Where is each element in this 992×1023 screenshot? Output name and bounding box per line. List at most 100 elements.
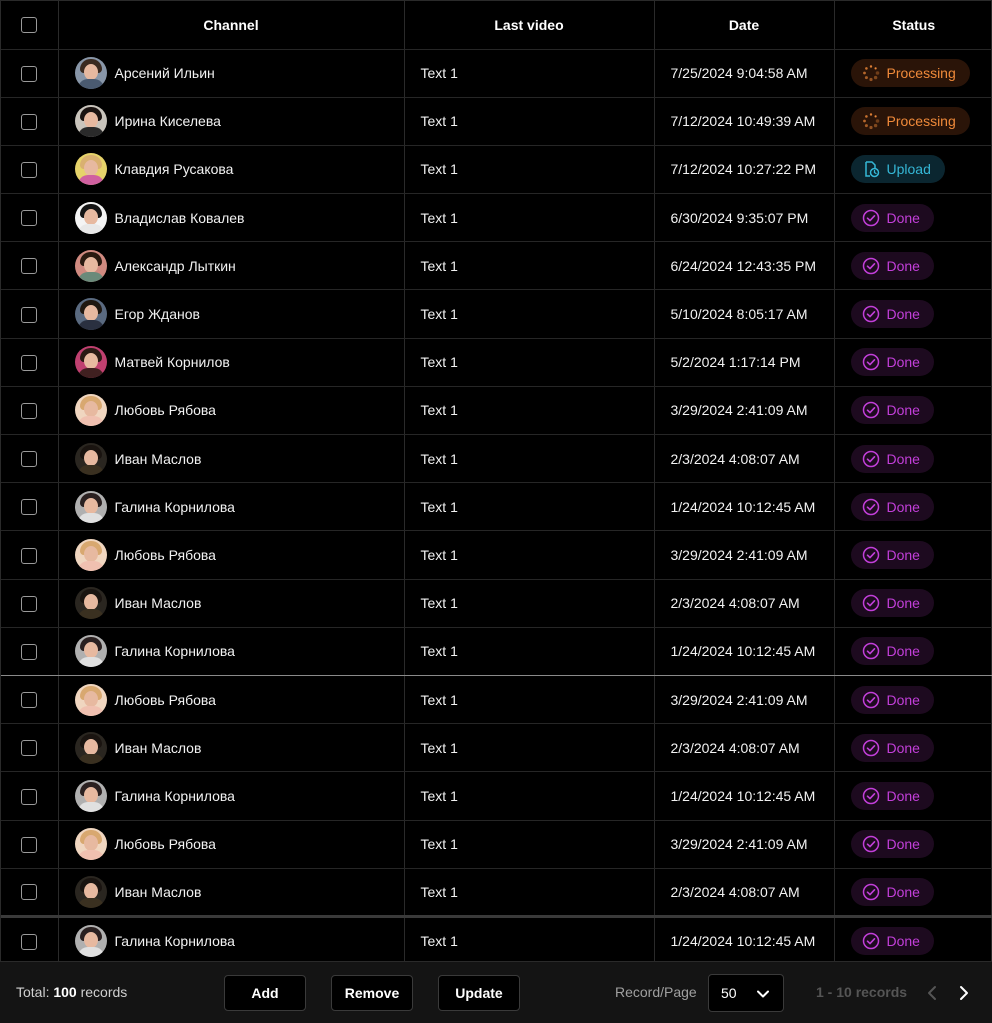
status-badge: Done xyxy=(850,396,934,425)
channel-name[interactable]: Владислав Ковалев xyxy=(115,210,245,226)
last-video-cell: Text 1 xyxy=(404,193,655,243)
row-checkbox[interactable] xyxy=(21,258,38,275)
status-badge: Done xyxy=(850,926,934,955)
status-badge: Done xyxy=(850,637,934,666)
table-row[interactable]: Ирина Киселева Text 1 7/12/2024 10:49:39… xyxy=(1,97,992,146)
page-size-select[interactable]: 50 xyxy=(708,974,784,1012)
channel-name[interactable]: Любовь Рябова xyxy=(115,547,216,563)
row-checkbox[interactable] xyxy=(21,306,38,323)
avatar xyxy=(74,924,107,957)
channel-info: Клавдия Русакова xyxy=(74,153,404,186)
add-button[interactable]: Add xyxy=(224,975,306,1011)
check-circle-icon xyxy=(862,401,880,419)
channel-name[interactable]: Егор Жданов xyxy=(115,306,200,322)
row-checkbox[interactable] xyxy=(21,451,38,468)
channel-name[interactable]: Галина Корнилова xyxy=(115,643,235,659)
table-row[interactable]: Любовь Рябова Text 1 3/29/2024 2:41:09 A… xyxy=(1,530,992,580)
row-checkbox[interactable] xyxy=(21,836,38,853)
row-checkbox[interactable] xyxy=(21,499,38,516)
table-row[interactable]: Иван Маслов Text 1 2/3/2024 4:08:07 AM D… xyxy=(1,434,992,484)
select-all-checkbox[interactable] xyxy=(21,17,38,34)
status-label: Done xyxy=(886,354,920,371)
channel-name[interactable]: Галина Корнилова xyxy=(115,499,235,515)
update-button[interactable]: Update xyxy=(438,975,520,1011)
status-badge: Upload xyxy=(850,155,945,184)
avatar xyxy=(74,875,107,908)
status-label: Processing xyxy=(886,65,956,82)
channel-name[interactable]: Ирина Киселева xyxy=(115,113,221,129)
remove-button[interactable]: Remove xyxy=(331,975,413,1011)
row-checkbox[interactable] xyxy=(21,740,38,757)
row-checkbox[interactable] xyxy=(21,692,38,709)
row-checkbox[interactable] xyxy=(21,788,38,805)
status-cell: Done xyxy=(834,386,992,436)
status-cell: Done xyxy=(834,771,992,821)
prev-page-icon[interactable] xyxy=(922,982,942,1004)
channel-name[interactable]: Александр Лыткин xyxy=(115,258,236,274)
row-checkbox[interactable] xyxy=(21,210,38,227)
last-video-cell: Text 1 xyxy=(404,868,655,918)
channel-cell: Александр Лыткин xyxy=(58,241,405,291)
channel-name[interactable]: Арсений Ильин xyxy=(115,65,215,81)
channel-info: Любовь Рябова xyxy=(74,683,404,716)
status-label: Done xyxy=(886,306,920,323)
channel-name[interactable]: Иван Маслов xyxy=(115,451,202,467)
avatar xyxy=(74,57,107,90)
channel-name[interactable]: Галина Корнилова xyxy=(115,933,235,949)
header-channel[interactable]: Channel xyxy=(58,1,405,50)
next-page-icon[interactable] xyxy=(954,982,974,1004)
channel-info: Егор Жданов xyxy=(74,298,404,331)
channel-name[interactable]: Любовь Рябова xyxy=(115,836,216,852)
channel-name[interactable]: Иван Маслов xyxy=(115,740,202,756)
channel-name[interactable]: Любовь Рябова xyxy=(115,692,216,708)
row-checkbox[interactable] xyxy=(21,162,38,179)
channel-cell: Галина Корнилова xyxy=(58,482,405,532)
channel-name[interactable]: Иван Маслов xyxy=(115,595,202,611)
date-cell: 2/3/2024 4:08:07 AM xyxy=(654,579,835,628)
status-badge: Done xyxy=(850,444,934,473)
table-row[interactable]: Галина Корнилова Text 1 1/24/2024 10:12:… xyxy=(1,916,992,966)
check-circle-icon xyxy=(862,305,880,323)
table-row[interactable]: Клавдия Русакова Text 1 7/12/2024 10:27:… xyxy=(1,145,992,195)
row-checkbox[interactable] xyxy=(21,403,38,420)
status-cell: Processing xyxy=(834,97,992,146)
channel-name[interactable]: Клавдия Русакова xyxy=(115,161,234,177)
table-row[interactable]: Александр Лыткин Text 1 6/24/2024 12:43:… xyxy=(1,241,992,291)
table-row[interactable]: Галина Корнилова Text 1 1/24/2024 10:12:… xyxy=(1,771,992,821)
header-date[interactable]: Date xyxy=(654,1,835,50)
channel-info: Иван Маслов xyxy=(74,731,404,764)
table-row[interactable]: Иван Маслов Text 1 2/3/2024 4:08:07 AM D… xyxy=(1,868,992,918)
row-checkbox[interactable] xyxy=(21,354,38,371)
date-cell: 1/24/2024 10:12:45 AM xyxy=(654,482,835,532)
row-checkbox[interactable] xyxy=(21,595,38,612)
table-row[interactable]: Матвей Корнилов Text 1 5/2/2024 1:17:14 … xyxy=(1,338,992,387)
channel-name[interactable]: Матвей Корнилов xyxy=(115,354,230,370)
header-status[interactable]: Status xyxy=(834,1,992,50)
row-checkbox[interactable] xyxy=(21,884,38,901)
row-checkbox[interactable] xyxy=(21,547,38,564)
table-row[interactable]: Егор Жданов Text 1 5/10/2024 8:05:17 AM … xyxy=(1,289,992,339)
table-row[interactable]: Галина Корнилова Text 1 1/24/2024 10:12:… xyxy=(1,627,992,676)
row-select-cell xyxy=(1,868,59,918)
table-row[interactable]: Иван Маслов Text 1 2/3/2024 4:08:07 AM D… xyxy=(1,723,992,773)
channel-cell: Иван Маслов xyxy=(58,723,405,773)
channel-name[interactable]: Иван Маслов xyxy=(115,884,202,900)
row-checkbox[interactable] xyxy=(21,933,38,950)
channel-name[interactable]: Любовь Рябова xyxy=(115,402,216,418)
channel-name[interactable]: Галина Корнилова xyxy=(115,788,235,804)
row-checkbox[interactable] xyxy=(21,113,38,130)
date-cell: 6/30/2024 9:35:07 PM xyxy=(654,193,835,243)
table-row[interactable]: Иван Маслов Text 1 2/3/2024 4:08:07 AM D… xyxy=(1,579,992,628)
table-row[interactable]: Владислав Ковалев Text 1 6/30/2024 9:35:… xyxy=(1,193,992,243)
row-select-cell xyxy=(1,338,59,387)
table-row[interactable]: Любовь Рябова Text 1 3/29/2024 2:41:09 A… xyxy=(1,675,992,725)
table-row[interactable]: Любовь Рябова Text 1 3/29/2024 2:41:09 A… xyxy=(1,820,992,869)
check-circle-icon xyxy=(862,932,880,950)
row-checkbox[interactable] xyxy=(21,65,38,82)
table-row[interactable]: Арсений Ильин Text 1 7/25/2024 9:04:58 A… xyxy=(1,49,992,98)
table-row[interactable]: Любовь Рябова Text 1 3/29/2024 2:41:09 A… xyxy=(1,386,992,436)
status-cell: Done xyxy=(834,868,992,918)
table-row[interactable]: Галина Корнилова Text 1 1/24/2024 10:12:… xyxy=(1,482,992,532)
header-last-video[interactable]: Last video xyxy=(404,1,655,50)
row-checkbox[interactable] xyxy=(21,643,38,660)
